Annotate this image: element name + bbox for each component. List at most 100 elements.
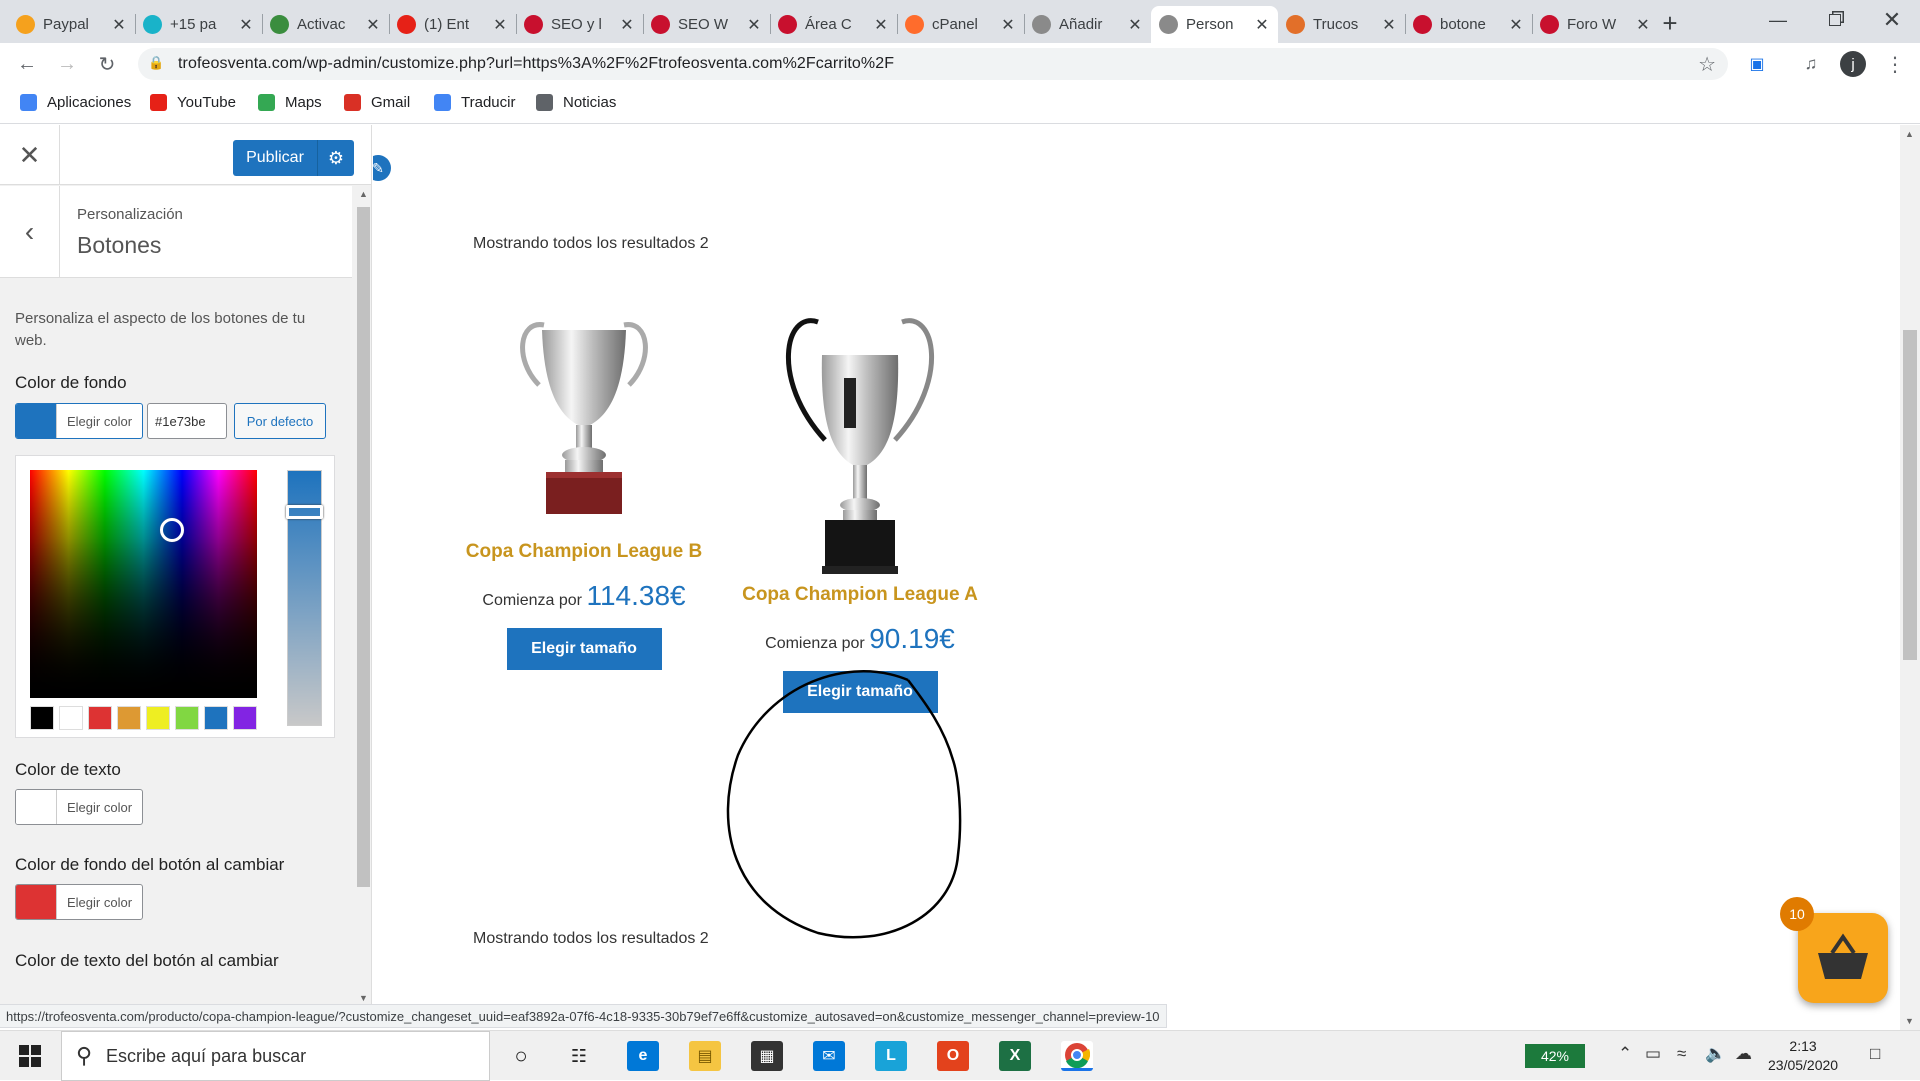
tab-close-icon[interactable]: ✕: [619, 15, 635, 35]
tab-close-icon[interactable]: ✕: [1381, 15, 1397, 35]
browser-tab[interactable]: Person ✕: [1151, 6, 1278, 43]
chrome-icon[interactable]: [1061, 1041, 1093, 1071]
tab-close-icon[interactable]: ✕: [1000, 15, 1016, 35]
browser-tab[interactable]: botone ✕: [1405, 6, 1532, 43]
bg-color-button[interactable]: Elegir color: [15, 403, 144, 439]
battery-icon[interactable]: ▭: [1645, 1044, 1661, 1064]
bookmark-item[interactable]: Noticias: [536, 94, 616, 111]
profile-avatar[interactable]: j: [1838, 49, 1868, 79]
app-l-icon[interactable]: L: [875, 1041, 907, 1071]
bookmark-star-icon[interactable]: ☆: [1698, 52, 1716, 77]
palette-swatch[interactable]: [233, 706, 257, 730]
browser-tab[interactable]: SEO W ✕: [643, 6, 770, 43]
close-customizer-button[interactable]: ✕: [0, 125, 60, 185]
tab-close-icon[interactable]: ✕: [365, 15, 381, 35]
browser-tab[interactable]: +15 pa ✕: [135, 6, 262, 43]
store-icon[interactable]: ▦: [751, 1041, 783, 1071]
browser-tab[interactable]: (1) Ent ✕: [389, 6, 516, 43]
tab-close-icon[interactable]: ✕: [746, 15, 762, 35]
extension-icon[interactable]: ▣: [1742, 49, 1772, 79]
reload-button[interactable]: ↻: [92, 49, 122, 79]
text-color-button[interactable]: Elegir color: [15, 789, 144, 825]
tab-close-icon[interactable]: ✕: [873, 15, 889, 35]
palette-swatch[interactable]: [59, 706, 83, 730]
browser-tab[interactable]: cPanel ✕: [897, 6, 1024, 43]
gear-icon[interactable]: ⚙: [317, 140, 354, 176]
palette-swatch[interactable]: [117, 706, 141, 730]
collapse-toggle-icon[interactable]: ✎: [373, 155, 391, 181]
bookmark-item[interactable]: YouTube: [150, 94, 236, 111]
panel-scrollbar[interactable]: ▲ ▼: [355, 185, 371, 1007]
browser-tab[interactable]: SEO y l ✕: [516, 6, 643, 43]
preview-scrollbar[interactable]: ▲ ▼: [1900, 125, 1920, 1030]
tab-favicon-icon: [16, 15, 35, 34]
browser-tab[interactable]: Activac ✕: [262, 6, 389, 43]
notifications-icon[interactable]: □: [1870, 1044, 1880, 1064]
browser-tab[interactable]: Área C ✕: [770, 6, 897, 43]
menu-icon[interactable]: ⋮: [1880, 49, 1910, 79]
tab-close-icon[interactable]: ✕: [238, 15, 254, 35]
preview-scrollbar-thumb[interactable]: [1903, 330, 1917, 660]
hover-bg-color-button[interactable]: Elegir color: [15, 884, 144, 920]
media-control-icon[interactable]: ♫: [1796, 49, 1826, 79]
palette-swatch[interactable]: [88, 706, 112, 730]
taskbar-search[interactable]: ⚲ Escribe aquí para buscar: [61, 1031, 490, 1081]
clock[interactable]: 2:13 23/05/2020: [1768, 1037, 1838, 1075]
task-view-icon[interactable]: ☷: [563, 1041, 595, 1071]
palette-swatch[interactable]: [146, 706, 170, 730]
mail-icon[interactable]: ✉: [813, 1041, 845, 1071]
product-price: Comienza por 114.38€: [464, 580, 704, 612]
new-tab-button[interactable]: +: [1655, 8, 1685, 38]
battery-indicator[interactable]: 42%: [1525, 1044, 1585, 1068]
publish-button[interactable]: Publicar ⚙: [233, 140, 354, 176]
wifi-icon[interactable]: ≈: [1677, 1044, 1686, 1064]
browser-tab[interactable]: Paypal ✕: [8, 6, 135, 43]
hue-slider[interactable]: [286, 470, 323, 726]
back-chevron-icon[interactable]: ‹: [0, 186, 60, 278]
back-button[interactable]: ←: [12, 49, 42, 79]
tab-close-icon[interactable]: ✕: [111, 15, 127, 35]
bookmark-item[interactable]: Maps: [258, 94, 322, 111]
forward-button[interactable]: →: [52, 49, 82, 79]
hover-text-label: Color de texto del botón al cambiar: [15, 951, 279, 970]
scrollbar-thumb[interactable]: [357, 207, 370, 887]
hex-input[interactable]: [147, 403, 227, 439]
address-bar[interactable]: 🔒 trofeosventa.com/wp-admin/customize.ph…: [138, 48, 1728, 80]
tab-close-icon[interactable]: ✕: [1635, 15, 1651, 35]
minimize-button[interactable]: —: [1748, 0, 1808, 40]
trophy-image[interactable]: [464, 310, 704, 520]
tab-close-icon[interactable]: ✕: [1127, 15, 1143, 35]
choose-size-button[interactable]: Elegir tamaño: [506, 628, 662, 670]
tab-close-icon[interactable]: ✕: [1254, 15, 1270, 35]
default-button[interactable]: Por defecto: [234, 403, 326, 439]
volume-icon[interactable]: 🔈: [1705, 1044, 1726, 1064]
browser-tab[interactable]: Foro W ✕: [1532, 6, 1659, 43]
maximize-button[interactable]: [1805, 0, 1865, 40]
tab-close-icon[interactable]: ✕: [1508, 15, 1524, 35]
edge-icon[interactable]: e: [627, 1041, 659, 1071]
color-picker: [15, 455, 335, 738]
bookmark-item[interactable]: Traducir: [434, 94, 515, 111]
bookmark-item[interactable]: Aplicaciones: [20, 94, 131, 111]
picker-handle[interactable]: [160, 518, 184, 542]
tab-close-icon[interactable]: ✕: [492, 15, 508, 35]
onedrive-icon[interactable]: ☁: [1735, 1044, 1752, 1064]
bookmark-item[interactable]: Gmail: [344, 94, 410, 111]
palette-swatch[interactable]: [175, 706, 199, 730]
cortana-icon[interactable]: ○: [505, 1041, 537, 1071]
file-explorer-icon[interactable]: ▤: [689, 1041, 721, 1071]
windows-start-button[interactable]: [10, 1040, 50, 1072]
hue-slider-handle[interactable]: [286, 505, 323, 519]
cart-button[interactable]: [1798, 913, 1888, 1003]
browser-tab[interactable]: Añadir ✕: [1024, 6, 1151, 43]
close-window-button[interactable]: ✕: [1862, 0, 1920, 40]
product-name[interactable]: Copa Champion League B: [464, 540, 704, 564]
browser-tab[interactable]: Trucos ✕: [1278, 6, 1405, 43]
saturation-square[interactable]: [30, 470, 257, 698]
office-icon[interactable]: O: [937, 1041, 969, 1071]
excel-icon[interactable]: X: [999, 1041, 1031, 1071]
trophy-image[interactable]: [740, 310, 980, 574]
palette-swatch[interactable]: [204, 706, 228, 730]
chevron-up-icon[interactable]: ⌃: [1618, 1044, 1632, 1064]
palette-swatch[interactable]: [30, 706, 54, 730]
